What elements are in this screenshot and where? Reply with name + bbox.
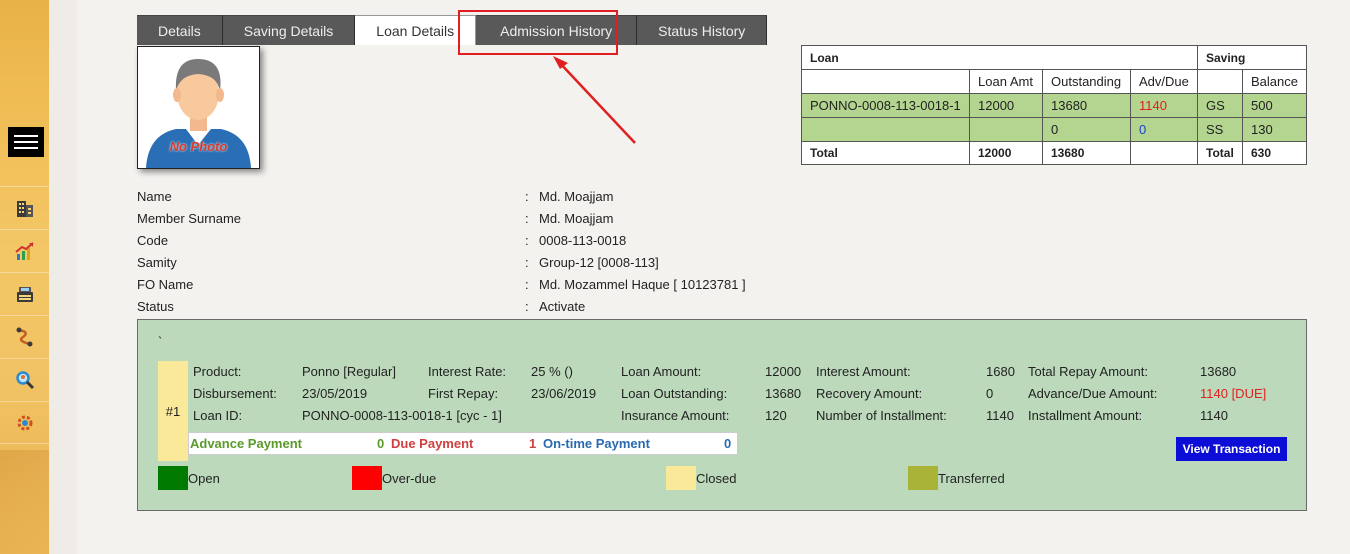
loan-cycle-panel: ` #1 Product: Ponno [Regular] Interest R… (137, 319, 1307, 511)
no-photo-label: No Photo (169, 139, 228, 154)
product-value: Ponno [Regular] (302, 364, 396, 379)
info-row-name: Name : Md. Moajjam (137, 189, 614, 204)
installment-amount-value: 1140 (1200, 408, 1228, 423)
member-photo: No Photo (137, 46, 260, 169)
payment-summary-strip: Advance Payment 0 Due Payment 1 On-time … (188, 432, 738, 455)
loan-id-cell: PONNO-0008-113-0018-1 (801, 93, 970, 118)
info-row-samity: Samity : Group-12 [0008-113] (137, 255, 659, 270)
sidebar-item-settings[interactable] (0, 401, 49, 444)
legend-swatch-overdue (352, 466, 382, 490)
info-row-fo-name: FO Name : Md. Mozammel Haque [ 10123781 … (137, 277, 746, 292)
view-transaction-button[interactable]: View Transaction (1176, 437, 1287, 461)
col-loan-amt: Loan Amt (969, 69, 1043, 94)
hamburger-menu-icon[interactable] (8, 127, 44, 157)
legend-swatch-transferred (908, 466, 938, 490)
legend-closed: Closed (666, 466, 736, 490)
table-row: 0 0 SS 130 (801, 117, 1307, 142)
info-row-code: Code : 0008-113-0018 (137, 233, 627, 248)
tab-admission-history[interactable]: Admission History (476, 15, 638, 45)
ontime-payment-count: 0 (724, 436, 732, 451)
tab-details[interactable]: Details (137, 15, 223, 45)
saving-header: Saving (1197, 45, 1307, 70)
member-info: Name : Md. Moajjam Member Surname : Md. … (137, 186, 837, 318)
total-repay-value: 13680 (1200, 364, 1237, 379)
loan-saving-summary-table: Loan Saving Loan Amt Outstanding Adv/Due… (801, 45, 1307, 165)
disbursement-value: 23/05/2019 (302, 386, 368, 401)
loan-outstanding-value: 13680 (765, 386, 802, 401)
sidebar (0, 0, 49, 554)
info-row-surname: Member Surname : Md. Moajjam (137, 211, 614, 226)
status-legend: Open Over-due Closed Transferred (158, 466, 1158, 490)
tab-loan-details[interactable]: Loan Details (355, 15, 477, 45)
sidebar-item-search-people[interactable] (0, 358, 49, 401)
loan-id-value: PONNO-0008-113-0018-1 [cyc - 1] (302, 408, 502, 423)
first-repay-value: 23/06/2019 (531, 386, 597, 401)
page-edge (49, 0, 77, 554)
insurance-amount-value: 120 (765, 408, 787, 423)
loan-header: Loan (801, 45, 1198, 70)
sidebar-item-growth[interactable] (0, 229, 49, 272)
tab-saving-details[interactable]: Saving Details (222, 15, 356, 45)
table-total-row: Total 12000 13680 Total 630 (801, 141, 1307, 165)
legend-swatch-open (158, 466, 188, 490)
loan-amount-value: 12000 (765, 364, 802, 379)
adv-due-amount-value: 1140 [DUE] (1200, 386, 1267, 401)
building-icon (16, 201, 33, 217)
cash-register-icon (16, 287, 33, 302)
legend-transferred: Transferred (908, 466, 1005, 490)
sidebar-item-building[interactable] (0, 186, 49, 229)
sidebar-decoration (0, 450, 49, 554)
tab-bar: Details Saving Details Loan Details Admi… (137, 15, 768, 45)
table-row: PONNO-0008-113-0018-1 12000 13680 1140 G… (801, 93, 1307, 118)
sidebar-item-route[interactable] (0, 315, 49, 358)
chart-growth-icon (14, 242, 34, 260)
num-installment-value: 1140 (986, 408, 1014, 423)
route-icon (16, 327, 32, 347)
tick-mark: ` (158, 334, 163, 349)
sidebar-item-cash[interactable] (0, 272, 49, 315)
col-balance: Balance (1242, 69, 1307, 94)
legend-overdue: Over-due (352, 466, 436, 490)
annotation-arrow (553, 56, 636, 144)
col-outstanding: Outstanding (1042, 69, 1131, 94)
recovery-amount-value: 0 (986, 386, 994, 401)
interest-amount-value: 1680 (986, 364, 1015, 379)
info-row-status: Status : Activate (137, 299, 586, 314)
settings-gear-icon (17, 415, 32, 430)
sidebar-nav (0, 186, 49, 444)
legend-swatch-closed (666, 466, 696, 490)
legend-open: Open (158, 466, 220, 490)
advance-payment-count: 0 (377, 436, 385, 451)
cycle-number: #1 (158, 361, 188, 461)
tab-status-history[interactable]: Status History (637, 15, 768, 45)
interest-rate-value: 25 % () (531, 364, 573, 379)
col-adv-due: Adv/Due (1130, 69, 1198, 94)
due-payment-count: 1 (529, 436, 537, 451)
search-people-icon (15, 371, 34, 390)
